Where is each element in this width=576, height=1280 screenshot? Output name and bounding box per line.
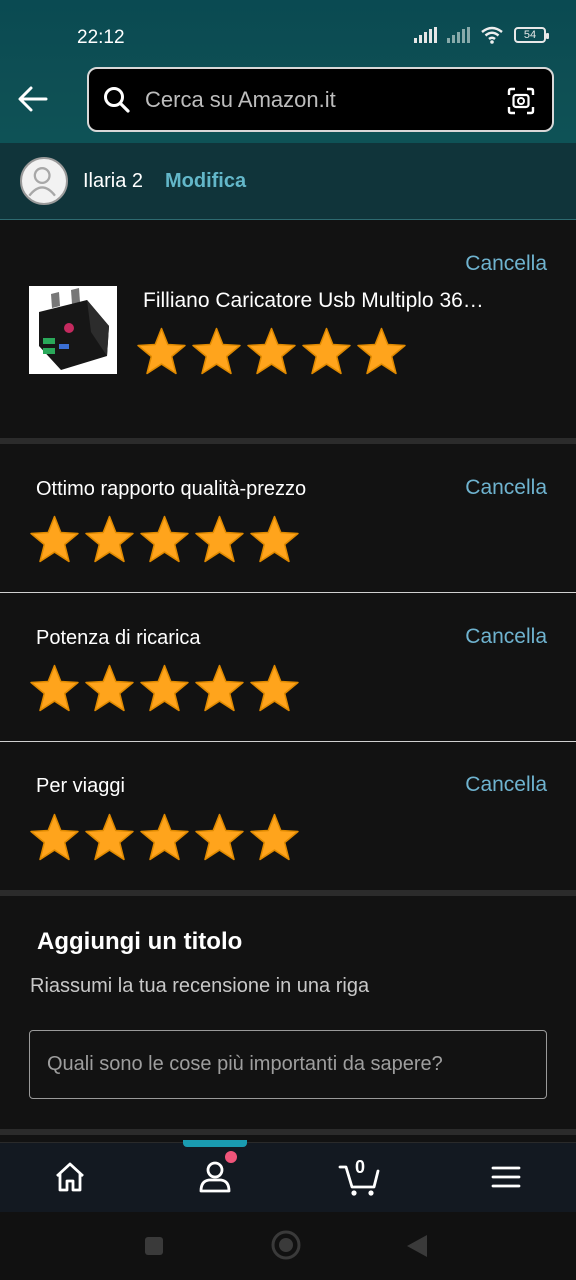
user-name: Ilaria 2 xyxy=(83,170,144,192)
header: 22:12 54 xyxy=(0,0,576,143)
status-time: 22:12 xyxy=(77,27,125,48)
star-icon[interactable] xyxy=(301,326,352,376)
star-icon[interactable] xyxy=(194,663,245,713)
menu-icon[interactable] xyxy=(486,1157,526,1197)
attribute-cancel-link-value[interactable]: Cancella xyxy=(465,476,547,500)
star-icon[interactable] xyxy=(136,326,187,376)
attribute-label-power: Potenza di ricarica xyxy=(36,627,201,649)
divider xyxy=(0,1129,576,1135)
star-icon[interactable] xyxy=(29,812,80,862)
divider xyxy=(0,741,576,742)
wifi-icon xyxy=(481,26,503,44)
recent-apps-icon[interactable] xyxy=(144,1236,164,1256)
attribute-star-rating-power[interactable] xyxy=(29,663,300,713)
star-icon[interactable] xyxy=(249,514,300,564)
add-title-subheading: Riassumi la tua recensione in una riga xyxy=(30,975,370,997)
camera-icon[interactable] xyxy=(506,86,536,116)
status-bar: 22:12 54 xyxy=(0,0,576,70)
star-icon[interactable] xyxy=(356,326,407,376)
star-icon[interactable] xyxy=(84,663,135,713)
divider xyxy=(0,592,576,593)
search-bar[interactable] xyxy=(87,67,554,132)
star-icon[interactable] xyxy=(29,514,80,564)
star-icon[interactable] xyxy=(139,812,190,862)
attribute-star-rating-value[interactable] xyxy=(29,514,300,564)
avatar-icon xyxy=(20,157,68,205)
back-button-icon[interactable] xyxy=(405,1233,429,1259)
search-input[interactable] xyxy=(145,83,485,117)
back-arrow-icon[interactable] xyxy=(16,82,50,116)
profile-icon[interactable] xyxy=(195,1157,235,1197)
star-icon[interactable] xyxy=(139,663,190,713)
star-icon[interactable] xyxy=(139,514,190,564)
product-cancel-link[interactable]: Cancella xyxy=(465,252,547,276)
product-image xyxy=(29,286,117,374)
attribute-label-value: Ottimo rapporto qualità-prezzo xyxy=(36,478,307,500)
star-icon[interactable] xyxy=(84,812,135,862)
product-star-rating[interactable] xyxy=(136,326,407,376)
attribute-star-rating-travel[interactable] xyxy=(29,812,300,862)
system-nav-bar xyxy=(0,1212,576,1280)
battery-icon: 54 xyxy=(514,27,549,43)
divider xyxy=(0,890,576,896)
signal-off-icon xyxy=(447,27,470,43)
star-icon[interactable] xyxy=(194,812,245,862)
bottom-nav xyxy=(0,1142,576,1212)
notification-dot xyxy=(225,1151,237,1163)
attribute-label-travel: Per viaggi xyxy=(36,775,125,797)
star-icon[interactable] xyxy=(191,326,242,376)
add-title-heading: Aggiungi un titolo xyxy=(37,928,243,955)
signal-icon xyxy=(414,27,437,43)
star-icon[interactable] xyxy=(29,663,80,713)
review-title-input[interactable] xyxy=(29,1030,547,1099)
star-icon[interactable] xyxy=(249,812,300,862)
star-icon[interactable] xyxy=(249,663,300,713)
attribute-cancel-link-travel[interactable]: Cancella xyxy=(465,773,547,797)
attribute-cancel-link-power[interactable]: Cancella xyxy=(465,625,547,649)
status-icons: 54 xyxy=(414,26,549,44)
star-icon[interactable] xyxy=(246,326,297,376)
divider xyxy=(0,438,576,444)
star-icon[interactable] xyxy=(194,514,245,564)
search-icon xyxy=(104,87,130,113)
edit-profile-link[interactable]: Modifica xyxy=(165,170,246,193)
user-row: Ilaria 2 Modifica xyxy=(0,143,576,220)
active-tab-indicator xyxy=(183,1140,247,1147)
product-title: Filliano Caricatore Usb Multiplo 36… xyxy=(143,289,484,312)
star-icon[interactable] xyxy=(84,514,135,564)
home-icon[interactable] xyxy=(50,1157,90,1197)
home-button-icon[interactable] xyxy=(271,1230,301,1260)
cart-count: 0 xyxy=(355,1157,366,1177)
